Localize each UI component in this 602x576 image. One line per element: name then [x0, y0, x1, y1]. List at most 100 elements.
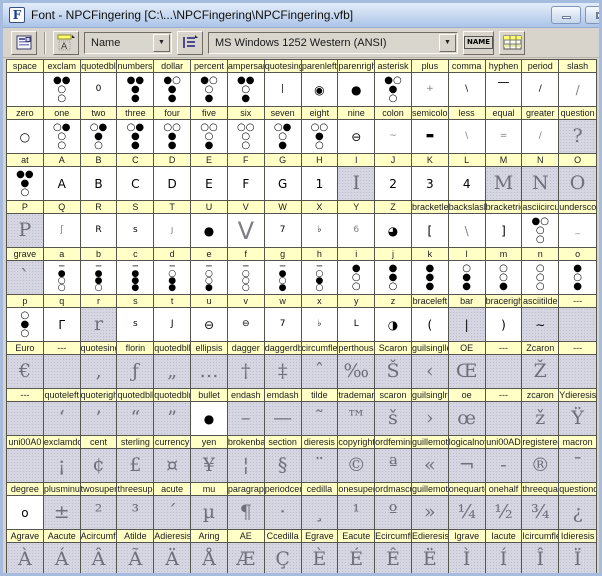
glyph-cell-V[interactable]: VV	[227, 201, 265, 248]
glyph-cell-asciitilde[interactable]: asciitilde ∼	[522, 295, 560, 342]
glyph-cell-grave[interactable]: grave `	[7, 248, 44, 295]
glyph-cell-ordfeminine[interactable]: ordfeminineª	[375, 436, 412, 483]
glyph-cell-oe[interactable]: oe œ	[448, 389, 486, 436]
glyph-cell-ampersand[interactable]: ampersand●● ○ ●	[227, 60, 265, 107]
minimize-button[interactable]	[551, 6, 581, 24]
glyph-cell----[interactable]: ---	[559, 295, 596, 342]
glyph-cell-Ydieresis[interactable]: Ydieresis Ÿ	[559, 389, 596, 436]
label-mode-select[interactable]: Name ▼	[84, 31, 172, 54]
glyph-cell-quotesinglbase[interactable]: quotesinglbase‚	[80, 342, 118, 389]
glyph-cell-less[interactable]: less \	[448, 107, 486, 154]
glyph-cell-quoteleft[interactable]: quoteleft ‘	[43, 389, 81, 436]
glyph-cell-C[interactable]: CC	[117, 154, 155, 201]
glyph-cell-quotesingle[interactable]: quotesingle|	[264, 60, 302, 107]
glyph-cell-asciicircum[interactable]: asciicircum●○ ○ ○	[522, 201, 560, 248]
glyph-cell-dagger[interactable]: dagger †	[227, 342, 265, 389]
glyph-cell-quoteright[interactable]: quoteright’	[80, 389, 118, 436]
glyph-cell-braceright[interactable]: braceright)	[485, 295, 523, 342]
glyph-cell-Eacute[interactable]: Eacute É	[338, 530, 376, 573]
titlebar[interactable]: F Font - NPCFingering [C:\...\NPCFingeri…	[3, 3, 599, 28]
glyph-cell-L[interactable]: L4	[448, 154, 486, 201]
glyph-cell-braceleft[interactable]: braceleft(	[411, 295, 449, 342]
glyph-cell-colon[interactable]: colon ~	[375, 107, 412, 154]
glyph-cell-questiondown[interactable]: questiondown¿	[559, 483, 596, 530]
glyph-cell-seven[interactable]: seven ○● ○ ●	[264, 107, 302, 154]
glyph-cell-five[interactable]: five ○○ ○ ●	[191, 107, 228, 154]
glyph-cell-Z[interactable]: Z ◕	[375, 201, 412, 248]
glyph-cell-u[interactable]: u ⊖	[191, 295, 228, 342]
glyph-cell-zero[interactable]: zero ○	[7, 107, 44, 154]
glyph-cell-J[interactable]: J2	[375, 154, 412, 201]
glyph-cell-onequarter[interactable]: onequarter¼	[448, 483, 486, 530]
glyph-cell-scaron[interactable]: scaron š	[375, 389, 412, 436]
glyph-cell-B[interactable]: BB	[80, 154, 118, 201]
glyph-cell-Scaron[interactable]: Scaron Š	[375, 342, 412, 389]
glyph-cell-yen[interactable]: yen ¥	[191, 436, 228, 483]
glyph-cell-a[interactable]: a ─ ● ○ ○	[43, 248, 81, 295]
glyph-cell-space[interactable]: space	[7, 60, 44, 107]
glyph-cell-plusminus[interactable]: plusminus±	[43, 483, 81, 530]
glyph-cell-K[interactable]: K3	[411, 154, 449, 201]
glyph-cell-S[interactable]: Ss	[117, 201, 155, 248]
glyph-cell-Idieresis[interactable]: Idieresis Ï	[559, 530, 596, 573]
glyph-cell-N[interactable]: NN	[522, 154, 560, 201]
glyph-cell-dieresis[interactable]: dieresis ¨	[301, 436, 339, 483]
glyph-cell-uni00AD[interactable]: uni00AD -	[485, 436, 523, 483]
glyph-cell-onesuperior[interactable]: onesuperior¹	[338, 483, 376, 530]
glyph-cell-currency[interactable]: currency ¤	[154, 436, 192, 483]
glyph-cell-degree[interactable]: degree o	[7, 483, 44, 530]
glyph-cell-zcaron[interactable]: zcaron ž	[522, 389, 560, 436]
glyph-cell-Agrave[interactable]: Agrave À	[7, 530, 44, 573]
glyph-cell-plus[interactable]: plus +	[411, 60, 449, 107]
glyph-cell-j[interactable]: j ● ● ○	[375, 248, 412, 295]
font-info-button[interactable]	[11, 30, 37, 55]
glyph-cell-p[interactable]: p ○ ● ○	[7, 295, 44, 342]
glyph-cell-r[interactable]: rr	[80, 295, 118, 342]
glyph-cell----[interactable]: ---	[485, 342, 523, 389]
glyph-cell-Aring[interactable]: Aring Å	[191, 530, 228, 573]
glyph-cell----[interactable]: ---	[43, 342, 81, 389]
glyph-cell-n[interactable]: n ○ ○ ○	[522, 248, 560, 295]
glyph-cell-m[interactable]: m ○ ○ ●	[485, 248, 523, 295]
glyph-cell-W[interactable]: W7	[264, 201, 302, 248]
glyph-cell-six[interactable]: six ○○ ○ ○	[227, 107, 265, 154]
glyph-cell-D[interactable]: DD	[154, 154, 192, 201]
encoding-mode-button[interactable]	[177, 30, 203, 55]
glyph-cell-OE[interactable]: OE Œ	[448, 342, 486, 389]
glyph-cell-o[interactable]: o ● ○ ●	[559, 248, 596, 295]
glyph-cell-quotedbl[interactable]: quotedbl 0	[80, 60, 118, 107]
glyph-cell-AE[interactable]: AE Æ	[227, 530, 265, 573]
glyph-cell-T[interactable]: Tȷ	[154, 201, 192, 248]
glyph-cell-x[interactable]: x ♭	[301, 295, 339, 342]
glyph-cell-backslash[interactable]: backslash\	[448, 201, 486, 248]
caption-mode-button[interactable]: A	[53, 30, 79, 55]
glyph-cell-y[interactable]: yL	[338, 295, 376, 342]
glyph-cell-i[interactable]: i ● ○ ○	[338, 248, 376, 295]
glyph-cell-c[interactable]: c ─ ● ● ●	[117, 248, 155, 295]
glyph-cell-Adieresis[interactable]: Adieresis Ä	[154, 530, 192, 573]
glyph-cell-asterisk[interactable]: asterisk ●○ ● ○	[375, 60, 412, 107]
glyph-cell-three[interactable]: three ○● ● ●	[117, 107, 155, 154]
glyph-cell-v[interactable]: v ⊖	[227, 295, 265, 342]
glyph-cell-question[interactable]: question?	[559, 107, 596, 154]
glyph-cell-Ecircumflex[interactable]: EcircumflexÊ	[375, 530, 412, 573]
glyph-cell-mu[interactable]: mu µ	[191, 483, 228, 530]
glyph-cell-cedilla[interactable]: cedilla ¸	[301, 483, 339, 530]
glyph-cell-guilsinglright[interactable]: guilsinglright›	[411, 389, 449, 436]
glyph-cell-equal[interactable]: equal =	[485, 107, 523, 154]
glyph-cell-R[interactable]: RR	[80, 201, 118, 248]
glyph-cell-tilde[interactable]: tilde ˜	[301, 389, 339, 436]
glyph-cell-threequarters[interactable]: threequarters¾	[522, 483, 560, 530]
glyph-cell-periodcentered[interactable]: periodcentered·	[264, 483, 302, 530]
glyph-cell-underscore[interactable]: underscore_	[559, 201, 596, 248]
glyph-cell-l[interactable]: l ○ ● ●	[448, 248, 486, 295]
glyph-cell-Y[interactable]: Y6	[338, 201, 376, 248]
glyph-cell-ordmasculine[interactable]: ordmasculineº	[375, 483, 412, 530]
glyph-cell-A[interactable]: AA	[43, 154, 81, 201]
glyph-cell-quotedblright[interactable]: quotedblright”	[154, 389, 192, 436]
glyph-cell-w[interactable]: w7	[264, 295, 302, 342]
glyph-cell-Egrave[interactable]: Egrave È	[301, 530, 339, 573]
glyph-cell-hyphen[interactable]: hyphen —	[485, 60, 523, 107]
glyph-cell-Euro[interactable]: Euro €	[7, 342, 44, 389]
glyph-cell-slash[interactable]: slash /	[559, 60, 596, 107]
